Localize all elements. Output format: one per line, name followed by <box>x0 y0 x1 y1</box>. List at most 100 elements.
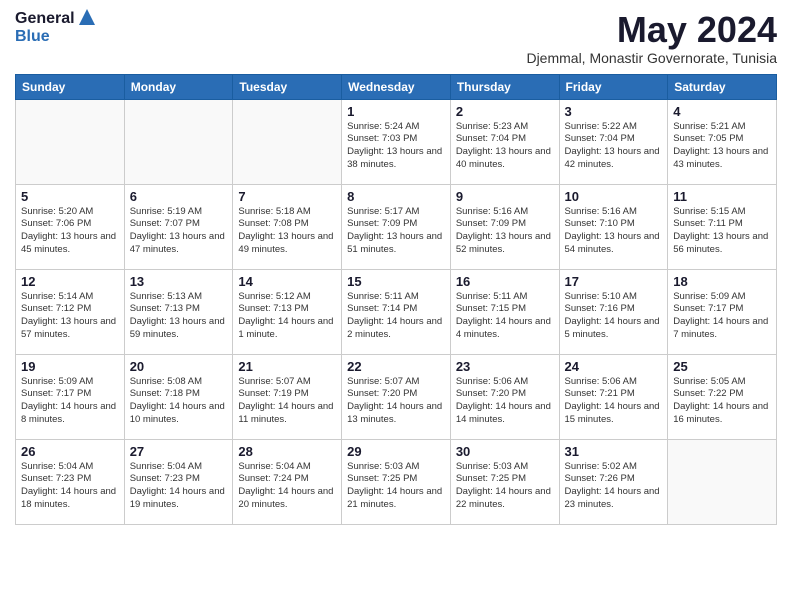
table-row: 3Sunrise: 5:22 AM Sunset: 7:04 PM Daylig… <box>559 99 668 184</box>
day-info: Sunrise: 5:05 AM Sunset: 7:22 PM Dayligh… <box>673 376 771 427</box>
header-tuesday: Tuesday <box>233 74 342 99</box>
week-row-0: 1Sunrise: 5:24 AM Sunset: 7:03 PM Daylig… <box>16 99 777 184</box>
day-number: 30 <box>456 444 554 459</box>
day-info: Sunrise: 5:07 AM Sunset: 7:19 PM Dayligh… <box>238 376 336 427</box>
day-number: 22 <box>347 359 445 374</box>
day-number: 10 <box>565 189 663 204</box>
table-row: 21 Sunrise: 5:07 AM Sunset: 7:19 PM Dayli… <box>233 354 342 439</box>
table-row: 22 Sunrise: 5:07 AM Sunset: 7:20 PM Dayli… <box>342 354 451 439</box>
table-row <box>16 99 125 184</box>
table-row: 19Sunrise: 5:09 AM Sunset: 7:17 PM Dayli… <box>16 354 125 439</box>
logo-blue: Blue <box>15 28 97 46</box>
table-row: 16 Sunrise: 5:11 AM Sunset: 7:15 PM Dayli… <box>450 269 559 354</box>
header-monday: Monday <box>124 74 233 99</box>
table-row: 9Sunrise: 5:16 AM Sunset: 7:09 PM Daylig… <box>450 184 559 269</box>
day-info: Sunrise: 5:03 AM Sunset: 7:25 PM Dayligh… <box>347 461 445 512</box>
day-number: 1 <box>347 104 445 119</box>
table-row: 4 Sunrise: 5:21 AM Sunset: 7:05 PM Daylig… <box>668 99 777 184</box>
table-row: 27 Sunrise: 5:04 AM Sunset: 7:23 PM Dayli… <box>124 439 233 524</box>
week-row-2: 12 Sunrise: 5:14 AM Sunset: 7:12 PM Dayli… <box>16 269 777 354</box>
day-number: 14 <box>238 274 336 289</box>
day-number: 2 <box>456 104 554 119</box>
location: Djemmal, Monastir Governorate, Tunisia <box>526 50 777 66</box>
day-info: Sunrise: 5:08 AM Sunset: 7:18 PM Dayligh… <box>130 376 228 427</box>
table-row: 30 Sunrise: 5:03 AM Sunset: 7:25 PM Dayli… <box>450 439 559 524</box>
table-row: 18Sunrise: 5:09 AM Sunset: 7:17 PM Dayli… <box>668 269 777 354</box>
day-info: Sunrise: 5:11 AM Sunset: 7:15 PM Dayligh… <box>456 291 554 342</box>
header-sunday: Sunday <box>16 74 125 99</box>
table-row: 17 Sunrise: 5:10 AM Sunset: 7:16 PM Dayli… <box>559 269 668 354</box>
day-number: 15 <box>347 274 445 289</box>
day-info: Sunrise: 5:03 AM Sunset: 7:25 PM Dayligh… <box>456 461 554 512</box>
day-info: Sunrise: 5:04 AM Sunset: 7:23 PM Dayligh… <box>130 461 228 512</box>
table-row: 12 Sunrise: 5:14 AM Sunset: 7:12 PM Dayli… <box>16 269 125 354</box>
table-row: 6Sunrise: 5:19 AM Sunset: 7:07 PM Daylig… <box>124 184 233 269</box>
day-info: Sunrise: 5:16 AM Sunset: 7:10 PM Dayligh… <box>565 206 663 257</box>
table-row: 7 Sunrise: 5:18 AM Sunset: 7:08 PM Daylig… <box>233 184 342 269</box>
table-row: 23Sunrise: 5:06 AM Sunset: 7:20 PM Dayli… <box>450 354 559 439</box>
day-number: 7 <box>238 189 336 204</box>
table-row: 24Sunrise: 5:06 AM Sunset: 7:21 PM Dayli… <box>559 354 668 439</box>
day-info: Sunrise: 5:07 AM Sunset: 7:20 PM Dayligh… <box>347 376 445 427</box>
day-info: Sunrise: 5:18 AM Sunset: 7:08 PM Dayligh… <box>238 206 336 257</box>
day-info: Sunrise: 5:17 AM Sunset: 7:09 PM Dayligh… <box>347 206 445 257</box>
header-friday: Friday <box>559 74 668 99</box>
day-number: 26 <box>21 444 119 459</box>
header-thursday: Thursday <box>450 74 559 99</box>
day-number: 5 <box>21 189 119 204</box>
title-section: May 2024 Djemmal, Monastir Governorate, … <box>526 10 777 66</box>
day-info: Sunrise: 5:11 AM Sunset: 7:14 PM Dayligh… <box>347 291 445 342</box>
day-number: 23 <box>456 359 554 374</box>
day-info: Sunrise: 5:14 AM Sunset: 7:12 PM Dayligh… <box>21 291 119 342</box>
day-number: 16 <box>456 274 554 289</box>
week-row-1: 5 Sunrise: 5:20 AM Sunset: 7:06 PM Daylig… <box>16 184 777 269</box>
day-number: 8 <box>347 189 445 204</box>
day-info: Sunrise: 5:06 AM Sunset: 7:21 PM Dayligh… <box>565 376 663 427</box>
logo: General Blue <box>15 10 97 45</box>
day-info: Sunrise: 5:21 AM Sunset: 7:05 PM Dayligh… <box>673 121 771 172</box>
day-number: 4 <box>673 104 771 119</box>
table-row: 31 Sunrise: 5:02 AM Sunset: 7:26 PM Dayli… <box>559 439 668 524</box>
day-info: Sunrise: 5:15 AM Sunset: 7:11 PM Dayligh… <box>673 206 771 257</box>
day-number: 27 <box>130 444 228 459</box>
table-row: 8 Sunrise: 5:17 AM Sunset: 7:09 PM Daylig… <box>342 184 451 269</box>
header: General Blue May 2024 Djemmal, Monastir … <box>15 10 777 66</box>
day-number: 28 <box>238 444 336 459</box>
table-row <box>668 439 777 524</box>
header-saturday: Saturday <box>668 74 777 99</box>
week-row-4: 26 Sunrise: 5:04 AM Sunset: 7:23 PM Dayli… <box>16 439 777 524</box>
weekday-header-row: Sunday Monday Tuesday Wednesday Thursday… <box>16 74 777 99</box>
day-number: 13 <box>130 274 228 289</box>
day-info: Sunrise: 5:04 AM Sunset: 7:23 PM Dayligh… <box>21 461 119 512</box>
table-row: 5 Sunrise: 5:20 AM Sunset: 7:06 PM Daylig… <box>16 184 125 269</box>
day-info: Sunrise: 5:20 AM Sunset: 7:06 PM Dayligh… <box>21 206 119 257</box>
header-wednesday: Wednesday <box>342 74 451 99</box>
logo-icon <box>77 7 97 27</box>
day-number: 29 <box>347 444 445 459</box>
day-number: 12 <box>21 274 119 289</box>
table-row: 26 Sunrise: 5:04 AM Sunset: 7:23 PM Dayli… <box>16 439 125 524</box>
table-row: 2Sunrise: 5:23 AM Sunset: 7:04 PM Daylig… <box>450 99 559 184</box>
table-row <box>124 99 233 184</box>
day-info: Sunrise: 5:13 AM Sunset: 7:13 PM Dayligh… <box>130 291 228 342</box>
logo-general: General <box>15 10 75 28</box>
table-row: 15 Sunrise: 5:11 AM Sunset: 7:14 PM Dayli… <box>342 269 451 354</box>
table-row: 28 Sunrise: 5:04 AM Sunset: 7:24 PM Dayli… <box>233 439 342 524</box>
day-number: 3 <box>565 104 663 119</box>
day-info: Sunrise: 5:12 AM Sunset: 7:13 PM Dayligh… <box>238 291 336 342</box>
day-number: 19 <box>21 359 119 374</box>
day-number: 9 <box>456 189 554 204</box>
day-number: 17 <box>565 274 663 289</box>
day-number: 31 <box>565 444 663 459</box>
day-info: Sunrise: 5:02 AM Sunset: 7:26 PM Dayligh… <box>565 461 663 512</box>
day-info: Sunrise: 5:04 AM Sunset: 7:24 PM Dayligh… <box>238 461 336 512</box>
day-info: Sunrise: 5:10 AM Sunset: 7:16 PM Dayligh… <box>565 291 663 342</box>
day-info: Sunrise: 5:09 AM Sunset: 7:17 PM Dayligh… <box>673 291 771 342</box>
page: General Blue May 2024 Djemmal, Monastir … <box>0 0 792 612</box>
day-number: 21 <box>238 359 336 374</box>
day-number: 20 <box>130 359 228 374</box>
day-number: 6 <box>130 189 228 204</box>
table-row: 20 Sunrise: 5:08 AM Sunset: 7:18 PM Dayli… <box>124 354 233 439</box>
table-row: 11Sunrise: 5:15 AM Sunset: 7:11 PM Dayli… <box>668 184 777 269</box>
logo-text: General Blue <box>15 10 97 45</box>
